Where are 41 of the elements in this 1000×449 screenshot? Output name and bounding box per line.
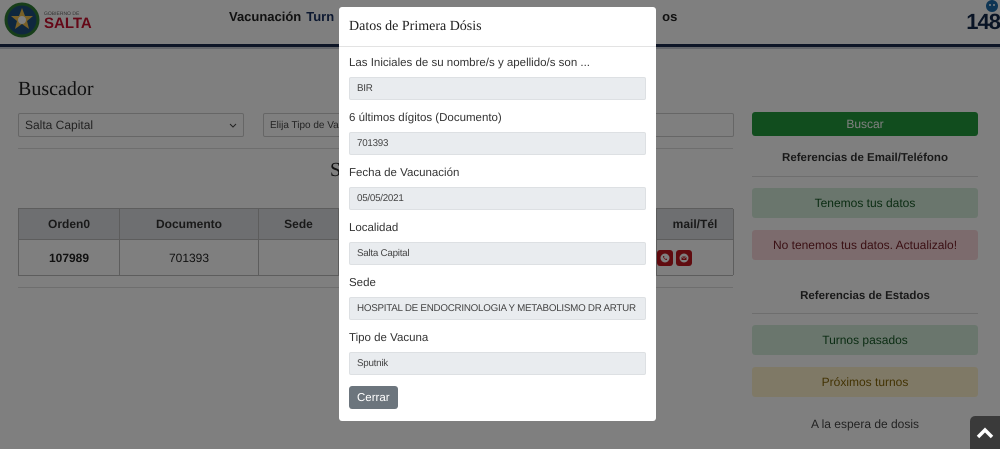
logo-name: SALTA (44, 17, 93, 31)
legend-item: Turnos pasados (752, 325, 978, 355)
chat-bubble-icon (984, 0, 1000, 12)
legend-item: Próximos turnos (752, 367, 978, 397)
field-label: 6 últimos dígitos (Documento) (349, 112, 503, 126)
page-title: Buscador (18, 78, 94, 101)
column-header: Sede (259, 209, 339, 240)
field-label: Localidad (349, 222, 400, 236)
location-select[interactable]: Salta Capital (18, 113, 244, 137)
legend-item: No tenemos tus datos. Actualizalo! (752, 230, 978, 260)
legend-item: Tenemos tus datos (752, 188, 978, 218)
nav-link[interactable]: os (662, 9, 678, 24)
field-label: Tipo de Vacuna (349, 332, 430, 346)
dialog-title: Datos de Primera Dósis (339, 7, 656, 47)
legend-item: A la espera de dosis (810, 416, 920, 433)
scroll-top-button[interactable] (970, 416, 1000, 449)
column-header: Orden0 (19, 209, 120, 240)
nav-link[interactable]: Turn (306, 9, 334, 24)
emblem-icon (4, 2, 40, 40)
readonly-field[interactable]: 701393 (349, 132, 646, 155)
field-label: Fecha de Vacunación (349, 167, 460, 181)
readonly-field[interactable]: Salta Capital (349, 242, 646, 265)
column-header: mail/Tél (657, 209, 734, 240)
readonly-field[interactable]: BIR (349, 77, 646, 100)
hotline-number: 148 (966, 12, 1000, 32)
envelope-icon (679, 252, 689, 262)
chevron-up-icon (976, 426, 994, 438)
column-header: Documento (120, 209, 259, 240)
section-title: Referencias de Email/Teléfono (781, 152, 949, 164)
readonly-field[interactable]: 05/05/2021 (349, 187, 646, 210)
readonly-field[interactable]: Sputnik (349, 352, 646, 375)
nav-link[interactable]: Vacunación (229, 9, 302, 24)
chevron-down-icon (229, 122, 237, 128)
close-button[interactable]: Cerrar (349, 386, 398, 409)
field-label: Las Iniciales de su nombre/s y apellido/s son ... (349, 57, 591, 71)
field-label: Sede (349, 277, 377, 291)
phone-icon (660, 252, 670, 262)
readonly-field[interactable]: HOSPITAL DE ENDOCRINOLOGIA Y METABOLISMO DR ARTUR (349, 297, 646, 320)
phone-button[interactable] (657, 250, 673, 266)
section-title: Referencias de Estados (799, 290, 931, 302)
mail-button[interactable] (676, 250, 692, 266)
